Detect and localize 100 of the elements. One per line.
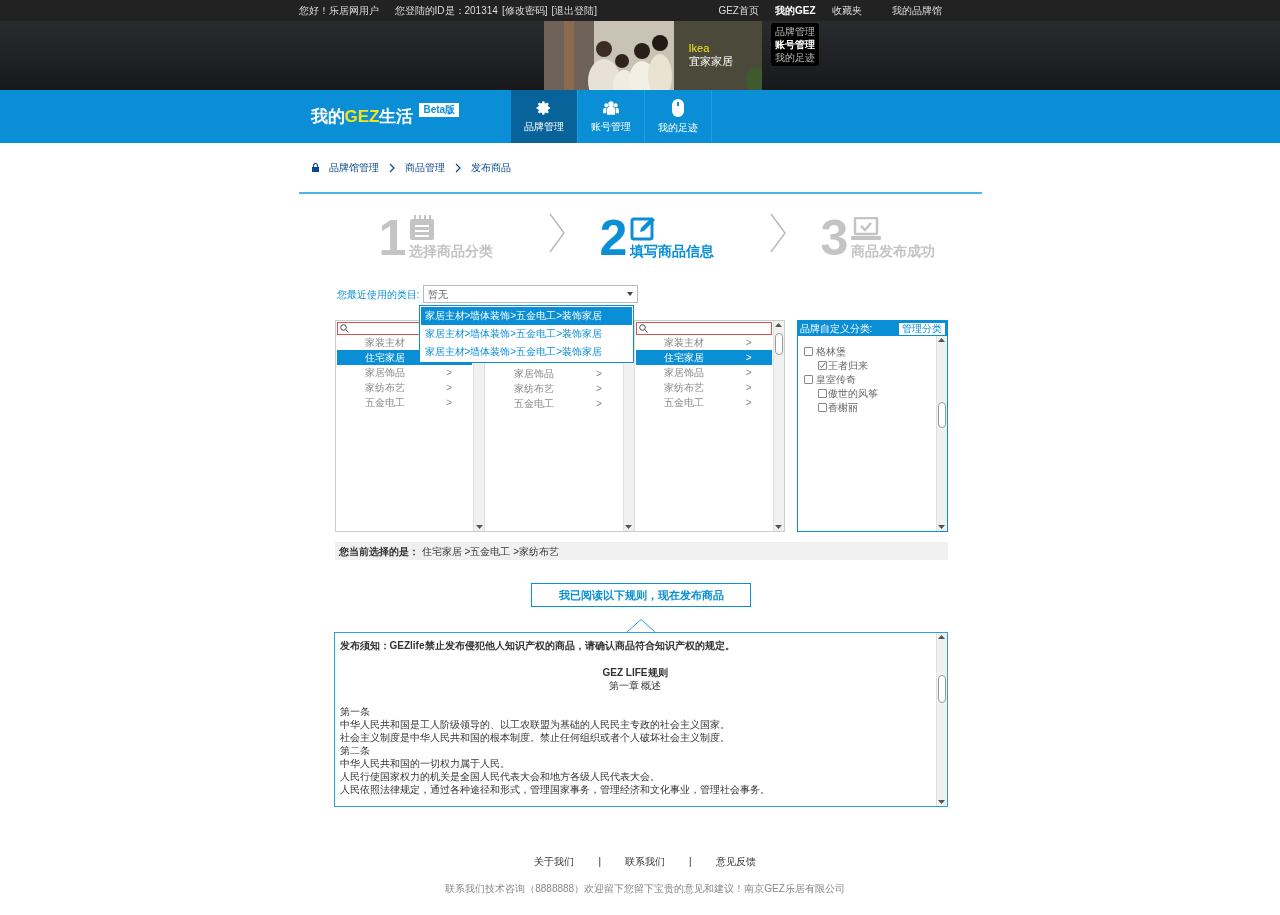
chevron-icon <box>454 162 461 173</box>
top-nav-link[interactable]: 我的GEZ <box>774 3 816 18</box>
footer-link[interactable]: 关于我们 <box>534 854 575 869</box>
site-logo: 我的GEZ生活 <box>310 105 414 128</box>
breadcrumb-link[interactable]: 品牌馆管理 <box>328 160 379 175</box>
step-number: 2 <box>599 213 629 263</box>
step-label: 选择商品分类 <box>408 243 493 259</box>
people-icon <box>602 99 619 116</box>
panel-title: 品牌自定义分类: <box>799 322 874 336</box>
scroll-down-icon[interactable] <box>938 525 945 529</box>
footer-separator: | <box>598 855 601 869</box>
greeting-text: 您好！乐居网用户 <box>298 4 379 18</box>
account-link[interactable]: [退出登陆] <box>551 3 597 18</box>
category-item[interactable]: 五金电工 > <box>635 395 772 410</box>
search-icon <box>638 324 648 333</box>
scroll-up-icon[interactable] <box>938 635 945 639</box>
selection-path-item: 住宅家居 <box>421 544 462 559</box>
checkbox[interactable] <box>817 388 827 398</box>
step-number: 3 <box>820 213 850 263</box>
dropdown-option[interactable]: 家居主材>墙体装饰>五金电工>装饰家居 <box>420 325 632 343</box>
step-number: 1 <box>378 213 408 263</box>
rules-line: 人民行使国家权力的机关是全国人民代表大会和地方各级人民代表大会。 <box>339 770 661 783</box>
breadcrumb-link[interactable]: 发布商品 <box>470 160 511 175</box>
selection-label: 您当前选择的是： <box>338 544 419 559</box>
checkbox[interactable] <box>803 346 813 356</box>
notepad-icon <box>408 215 435 241</box>
search-field[interactable] <box>635 322 772 335</box>
menu-item[interactable]: 品牌管理 <box>774 25 815 38</box>
rules-line: 中华人民共和国的一切权力属于人民。 <box>339 757 511 770</box>
scrollbar[interactable] <box>935 336 947 531</box>
category-label: 格林堡 <box>815 344 846 359</box>
footer-text: 联系我们技术咨询（8888888）欢迎留下您留下宝贵的意见和建议！南京GEZ乐居有限公司 <box>444 882 846 896</box>
step-label: 商品发布成功 <box>850 243 935 259</box>
checkbox[interactable] <box>817 402 827 412</box>
rules-notice: 发布须知：GEZlife禁止发布侵犯他人知识产权的商品，请确认商品符合知识产权的规定。 <box>339 639 736 652</box>
scroll-up-icon[interactable] <box>938 338 945 342</box>
recent-category-select[interactable]: 暂无 <box>423 285 639 303</box>
recent-category-label: 您最近使用的类目: <box>336 287 420 302</box>
category-item[interactable]: 家居饰品 > <box>635 365 772 380</box>
checkbox[interactable] <box>817 360 827 370</box>
scroll-thumb[interactable] <box>774 333 783 355</box>
selection-path-item: >五金电工 <box>464 544 511 559</box>
category-label: 王者归来 <box>827 358 868 373</box>
confirm-publish-button[interactable]: 我已阅读以下规则，现在发布商品 <box>531 583 751 607</box>
rules-chapter: 第一章 概述 <box>607 679 663 692</box>
rules-line: 第二条 <box>339 744 371 757</box>
category-item[interactable]: 住宅家居 > <box>635 350 772 365</box>
laptop-icon <box>850 217 881 241</box>
category-item[interactable]: 五金电工 > <box>486 396 622 411</box>
category-label: 香榭丽 <box>827 400 858 415</box>
category-item[interactable]: 家纺布艺 > <box>635 380 772 395</box>
breadcrumb-link[interactable]: 商品管理 <box>404 160 445 175</box>
header-tab[interactable]: 品牌管理 <box>510 90 578 143</box>
scroll-down-icon[interactable] <box>938 800 945 804</box>
chevron-icon <box>388 162 395 173</box>
scroll-down-icon[interactable] <box>475 525 483 529</box>
menu-item[interactable]: 我的足迹 <box>774 51 815 64</box>
top-nav-link[interactable]: 收藏夹 <box>831 3 862 18</box>
edit-icon <box>629 215 656 241</box>
beta-badge: Beta版 <box>419 102 460 117</box>
rules-line: 第一条 <box>339 705 371 718</box>
chevron-icon <box>768 213 787 253</box>
top-nav-link[interactable]: 我的品牌馆 <box>891 3 942 18</box>
banner-brand-name: 宜家家居 <box>688 55 733 68</box>
step-label: 填写商品信息 <box>629 243 714 259</box>
rules-title: GEZ LIFE规则 <box>601 666 669 679</box>
category-label: 傲世的风筝 <box>827 386 878 401</box>
top-nav-link[interactable]: GEZ首页 <box>718 3 759 18</box>
search-icon <box>339 324 349 333</box>
caret-icon <box>627 292 634 296</box>
scroll-down-icon[interactable] <box>625 525 633 529</box>
scroll-thumb[interactable] <box>937 675 946 703</box>
chevron-icon <box>547 213 566 253</box>
category-item[interactable]: 家装主材 > <box>635 335 772 350</box>
category-item[interactable]: 五金电工 > <box>336 395 473 410</box>
category-item[interactable]: 家纺布艺 > <box>336 380 473 395</box>
footer-link[interactable]: 意见反馈 <box>715 854 756 869</box>
scroll-down-icon[interactable] <box>775 525 782 529</box>
manage-categories-button[interactable]: 管理分类 <box>898 322 945 335</box>
category-item[interactable]: 家纺布艺 > <box>486 381 622 396</box>
gear-icon <box>535 99 552 116</box>
category-label: 皇室传奇 <box>815 372 856 387</box>
lock-icon <box>311 163 319 172</box>
rules-line: 人民依照法律规定，通过各种途径和形式，管理国家事务，管理经济和文化事业，管理社会事务。 <box>339 783 771 796</box>
checkbox[interactable] <box>803 374 813 384</box>
dropdown-option[interactable]: 家居主材>墙体装饰>五金电工>装饰家居 <box>420 307 632 325</box>
menu-item[interactable]: 账号管理 <box>774 38 815 51</box>
scrollbar[interactable] <box>772 321 784 531</box>
scroll-up-icon[interactable] <box>775 323 782 327</box>
footer-separator: | <box>689 855 692 869</box>
scroll-thumb[interactable] <box>937 402 946 428</box>
rules-line: 社会主义制度是中华人民共和国的根本制度。禁止任何组织或者个人破坏社会主义制度。 <box>339 731 731 744</box>
banner-brand: Ikea <box>688 42 711 55</box>
account-link[interactable]: [修改密码] <box>501 3 548 18</box>
footer-link[interactable]: 联系我们 <box>625 854 665 869</box>
rules-line: 中华人民共和国是工人阶级领导的、以工农联盟为基础的人民民主专政的社会主义国家。 <box>339 718 731 731</box>
category-item[interactable]: 家居饰品 > <box>336 365 473 380</box>
category-item[interactable]: 家居饰品 > <box>486 366 622 381</box>
mouse-icon <box>671 98 684 117</box>
scrollbar[interactable] <box>935 633 947 806</box>
